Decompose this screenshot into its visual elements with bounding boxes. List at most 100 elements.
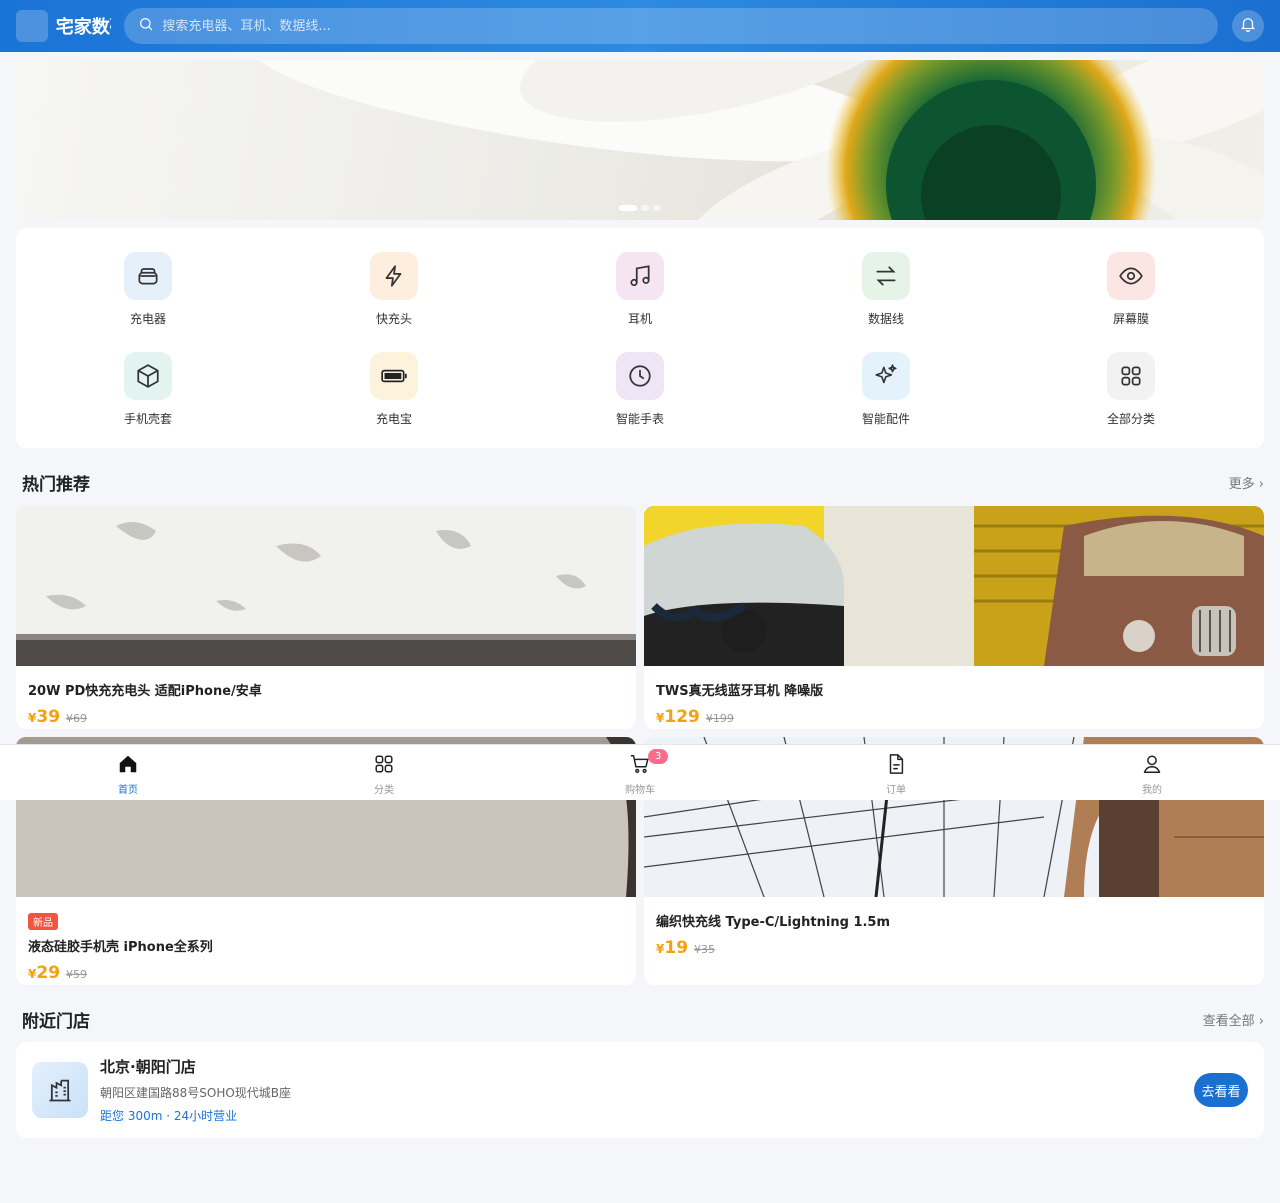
search-input[interactable] xyxy=(162,18,1203,34)
music-note-icon xyxy=(616,252,664,300)
home-icon xyxy=(117,753,139,779)
swap-arrows-icon xyxy=(862,252,910,300)
product-body: 编织快充线 Type-C/Lightning 1.5m ¥19 ¥35 xyxy=(644,901,1264,970)
tab-orders[interactable]: 订单 xyxy=(768,745,1024,800)
category-cables[interactable]: 数据线 xyxy=(836,252,936,327)
category-earphones[interactable]: 耳机 xyxy=(590,252,690,327)
tab-profile[interactable]: 我的 xyxy=(1024,745,1280,800)
tab-label: 购物车 xyxy=(625,785,655,796)
product-price-row: ¥39 ¥69 xyxy=(28,707,624,727)
category-charger[interactable]: 充电器 xyxy=(98,252,198,327)
sparkle-icon xyxy=(862,352,910,400)
product-price: ¥129 xyxy=(656,707,700,727)
product-old-price: ¥199 xyxy=(705,712,734,725)
hot-more-link[interactable]: 更多 › xyxy=(1229,473,1264,492)
banner-pagination xyxy=(619,205,661,211)
cart-count-badge: 3 xyxy=(648,749,669,764)
category-label: 屏幕膜 xyxy=(1112,312,1149,326)
store-info: 北京·朝阳门店 朝阳区建国路88号SOHO现代城B座 距您 300m · 24小… xyxy=(100,1056,1194,1124)
bell-icon xyxy=(1239,15,1257,37)
category-label: 充电宝 xyxy=(375,412,412,426)
user-icon xyxy=(1141,753,1163,779)
category-fast-charger[interactable]: 快充头 xyxy=(344,252,444,327)
category-label: 手机壳套 xyxy=(123,412,172,426)
banner-dot[interactable] xyxy=(619,205,637,211)
new-badge: 新品 xyxy=(28,913,58,930)
battery-icon xyxy=(370,352,418,400)
store-more-link[interactable]: 查看全部 › xyxy=(1203,1010,1264,1029)
eye-icon xyxy=(1107,252,1155,300)
top-header: 宅家数码 xyxy=(0,0,1280,52)
category-label: 数据线 xyxy=(867,312,904,326)
category-all[interactable]: 全部分类 xyxy=(1081,352,1181,427)
tab-label: 首页 xyxy=(118,785,138,796)
product-card[interactable]: TWS真无线蓝牙耳机 降噪版 ¥129 ¥199 xyxy=(644,506,1264,729)
product-card[interactable]: 20W PD快充充电头 适配iPhone/安卓 ¥39 ¥69 xyxy=(16,506,636,729)
product-body: 新品 液态硅胶手机壳 iPhone全系列 ¥29 ¥59 xyxy=(16,901,636,985)
product-price: ¥39 xyxy=(28,707,60,727)
box-icon xyxy=(124,352,172,400)
price-value: 19 xyxy=(664,938,689,958)
store-section-title: 附近门店 xyxy=(16,1007,90,1032)
store-address: 朝阳区建国路88号SOHO现代城B座 xyxy=(100,1086,292,1100)
grid-icon xyxy=(1107,352,1155,400)
product-body: 20W PD快充充电头 适配iPhone/安卓 ¥39 ¥69 xyxy=(16,670,636,729)
category-smart-watch[interactable]: 智能手表 xyxy=(590,352,690,427)
product-price-row: ¥29 ¥59 xyxy=(28,963,624,983)
banner-image xyxy=(249,60,1264,220)
section-title-text: 热门推荐 xyxy=(22,475,90,495)
tab-label: 分类 xyxy=(374,785,394,796)
product-price-row: ¥129 ¥199 xyxy=(656,707,1252,727)
product-name: TWS真无线蓝牙耳机 降噪版 xyxy=(656,684,824,699)
price-value: 129 xyxy=(664,707,700,727)
tab-label: 订单 xyxy=(886,785,906,796)
category-label: 快充头 xyxy=(375,312,412,326)
store-name: 北京·朝阳门店 xyxy=(100,1058,196,1076)
promo-banner[interactable] xyxy=(16,60,1264,220)
category-label: 耳机 xyxy=(627,312,652,326)
product-name: 20W PD快充充电头 适配iPhone/安卓 xyxy=(28,684,262,699)
product-image xyxy=(16,506,636,666)
category-smart-accessories[interactable]: 智能配件 xyxy=(836,352,936,427)
section-title-text: 附近门店 xyxy=(22,1012,90,1032)
lightning-icon xyxy=(370,252,418,300)
tab-category[interactable]: 分类 xyxy=(256,745,512,800)
product-image xyxy=(644,506,1264,666)
visit-store-button[interactable]: 去看看 xyxy=(1194,1073,1248,1107)
search-icon xyxy=(138,16,154,36)
banner-dot[interactable] xyxy=(641,205,649,211)
category-screen-film[interactable]: 屏幕膜 xyxy=(1081,252,1181,327)
product-old-price: ¥35 xyxy=(694,943,716,956)
product-old-price: ¥69 xyxy=(66,712,88,725)
category-label: 智能手表 xyxy=(615,412,664,426)
category-label: 智能配件 xyxy=(861,412,910,426)
bottom-tab-bar: 首页 分类 3 购物车 订单 我的 xyxy=(0,744,1280,800)
store-distance: 距您 300m · 24小时营业 xyxy=(100,1109,238,1123)
product-name: 液态硅胶手机壳 iPhone全系列 xyxy=(28,940,213,955)
store-building-icon xyxy=(32,1062,88,1118)
tab-cart[interactable]: 3 购物车 xyxy=(512,745,768,800)
notification-button[interactable] xyxy=(1232,10,1265,42)
product-price: ¥29 xyxy=(28,963,60,983)
tab-label: 我的 xyxy=(1142,785,1162,796)
hot-section-title: 热门推荐 xyxy=(16,470,90,495)
product-old-price: ¥59 xyxy=(66,968,88,981)
logo[interactable] xyxy=(16,10,48,42)
clock-icon xyxy=(616,352,664,400)
banner-dot[interactable] xyxy=(653,205,661,211)
tab-home[interactable]: 首页 xyxy=(0,745,256,800)
product-price: ¥19 xyxy=(656,938,688,958)
category-power-bank[interactable]: 充电宝 xyxy=(344,352,444,427)
search-bar[interactable] xyxy=(124,8,1219,44)
layers-icon xyxy=(124,252,172,300)
brand-name: 宅家数码 xyxy=(55,17,112,38)
price-value: 29 xyxy=(36,963,61,983)
category-phone-case[interactable]: 手机壳套 xyxy=(98,352,198,427)
store-card[interactable]: 北京·朝阳门店 朝阳区建国路88号SOHO现代城B座 距您 300m · 24小… xyxy=(16,1042,1264,1138)
document-icon xyxy=(885,753,907,779)
price-value: 39 xyxy=(36,707,61,727)
category-label: 全部分类 xyxy=(1106,412,1155,426)
product-price-row: ¥19 ¥35 xyxy=(656,938,1252,958)
category-grid: 充电器 快充头 耳机 数据线 屏幕膜 手机壳套 充电宝 智能手表 智能配件 全部… xyxy=(16,228,1264,448)
product-body: TWS真无线蓝牙耳机 降噪版 ¥129 ¥199 xyxy=(644,670,1264,729)
